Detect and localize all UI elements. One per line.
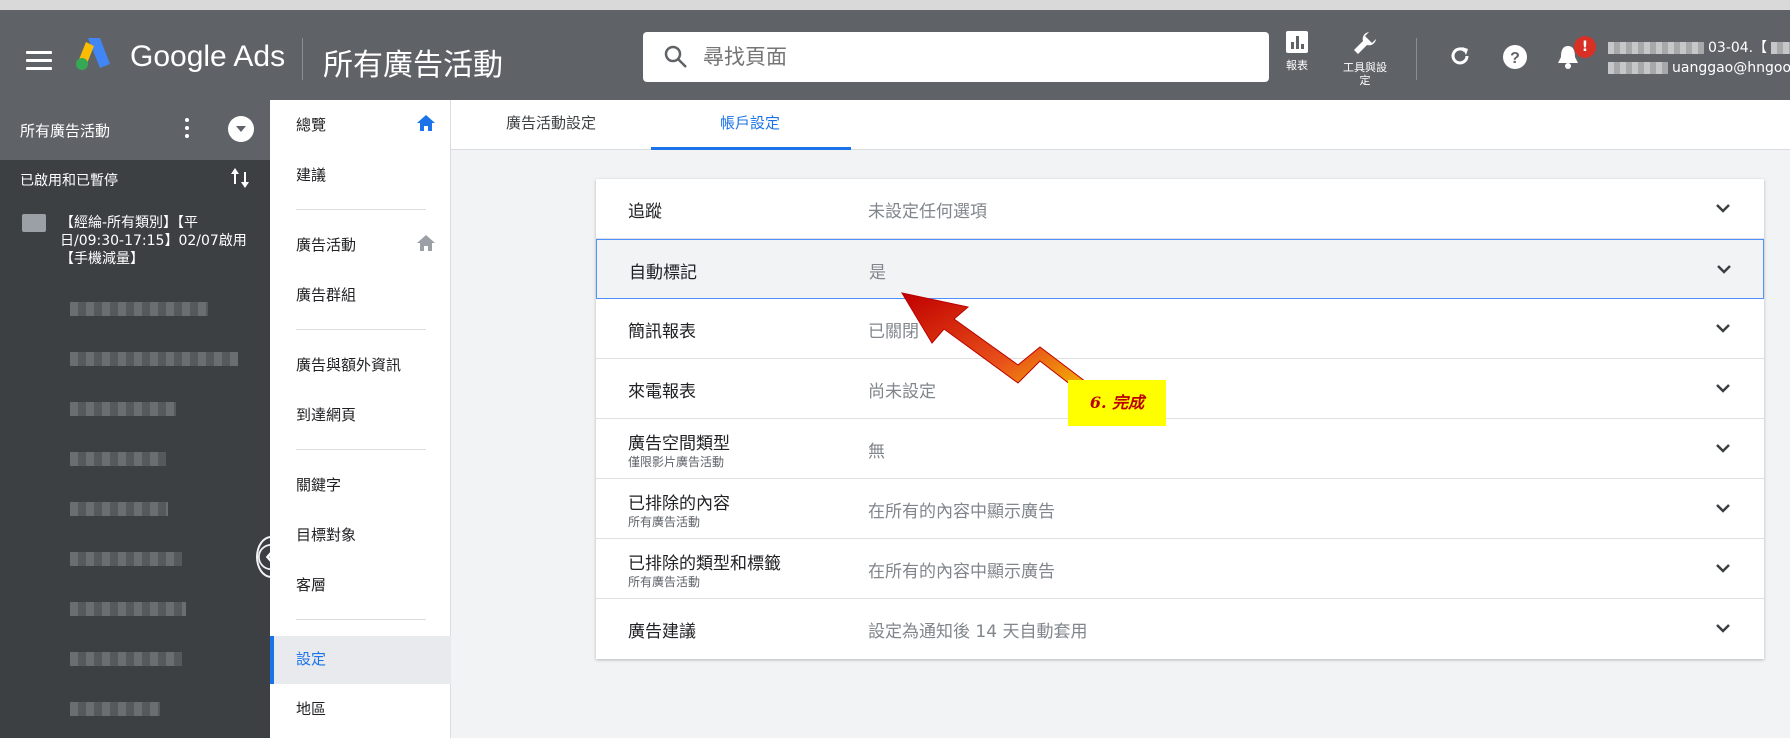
nav-ads-extensions[interactable]: 廣告與額外資訊 xyxy=(296,354,401,375)
campaign-tree-panel: 所有廣告活動 已啟用和已暫停 【經綸-所有類別】【平日/09:30-17:15】… xyxy=(0,100,270,738)
account-info[interactable]: 03-04.【 uanggao@hngoog xyxy=(1608,38,1790,78)
redacted-item xyxy=(70,402,176,416)
nav-locations[interactable]: 地區 xyxy=(296,698,326,719)
setting-row-sms-reporting[interactable]: 簡訊報表 已關閉 xyxy=(596,299,1764,359)
annotation-label: 6. 完成 xyxy=(1068,380,1166,426)
redacted-item xyxy=(70,702,160,716)
top-bar: Google Ads 所有廣告活動 報表 工具與設定 ? xyxy=(0,0,1790,100)
setting-name: 廣告空間類型 xyxy=(628,434,730,454)
wrench-icon xyxy=(1354,32,1376,54)
svg-text:?: ? xyxy=(1510,50,1520,67)
setting-scope: 僅限影片廣告活動 xyxy=(628,455,725,469)
nav-campaigns[interactable]: 廣告活動 xyxy=(296,234,356,255)
bar-chart-icon xyxy=(1286,31,1308,53)
setting-value: 在所有的內容中顯示廣告 xyxy=(868,502,1055,522)
setting-row-auto-tagging[interactable]: 自動標記 是 xyxy=(596,239,1764,299)
setting-row-auto-apply-recommendations[interactable]: 廣告建議 設定為通知後 14 天自動套用 xyxy=(596,599,1764,659)
tools-label: 工具與設定 xyxy=(1343,61,1387,87)
chevron-down-icon[interactable] xyxy=(1714,559,1732,577)
redacted-item xyxy=(70,552,182,566)
chevron-down-icon[interactable] xyxy=(1714,619,1732,637)
campaign-tree-title: 所有廣告活動 xyxy=(20,122,111,140)
setting-value: 是 xyxy=(869,263,886,283)
setting-row-inventory-type[interactable]: 廣告空間類型 僅限影片廣告活動 無 xyxy=(596,419,1764,479)
tools-settings-button[interactable]: 工具與設定 xyxy=(1340,30,1390,87)
nav-ad-groups[interactable]: 廣告群組 xyxy=(296,284,356,305)
nav-audiences[interactable]: 目標對象 xyxy=(296,524,356,545)
tab-campaign-settings[interactable]: 廣告活動設定 xyxy=(506,112,596,133)
google-ads-logo-icon xyxy=(76,38,110,70)
divider xyxy=(296,619,426,620)
home-icon[interactable] xyxy=(416,114,436,132)
chevron-down-icon[interactable] xyxy=(1714,439,1732,457)
redacted-item xyxy=(70,652,182,666)
redacted-item xyxy=(70,352,238,366)
setting-row-excluded-content[interactable]: 已排除的內容 所有廣告活動 在所有的內容中顯示廣告 xyxy=(596,479,1764,539)
home-icon[interactable] xyxy=(416,234,436,252)
setting-name: 簡訊報表 xyxy=(628,322,696,342)
setting-name: 自動標記 xyxy=(629,263,697,283)
hamburger-menu-icon[interactable] xyxy=(26,40,52,80)
reports-label: 報表 xyxy=(1286,59,1308,72)
search-input[interactable] xyxy=(703,42,1243,72)
sort-icon[interactable] xyxy=(230,166,250,190)
redacted-item xyxy=(70,602,186,616)
page-title: 所有廣告活動 xyxy=(323,48,503,83)
nav-recommendations[interactable]: 建議 xyxy=(296,164,326,185)
chevron-down-icon[interactable] xyxy=(1714,499,1732,517)
search-box[interactable] xyxy=(643,32,1269,82)
search-icon xyxy=(664,45,687,68)
setting-value: 無 xyxy=(868,442,885,462)
account-id: 03-04.【 xyxy=(1708,40,1768,56)
redacted-item xyxy=(70,502,168,516)
reports-button[interactable]: 報表 xyxy=(1282,30,1312,72)
setting-value: 設定為通知後 14 天自動套用 xyxy=(868,622,1088,642)
divider xyxy=(296,329,426,330)
setting-row-call-reporting[interactable]: 來電報表 尚未設定 xyxy=(596,359,1764,419)
redacted-item xyxy=(70,302,208,316)
active-tab-indicator xyxy=(651,147,851,150)
chevron-down-icon[interactable] xyxy=(228,116,254,142)
settings-tabs: 廣告活動設定 帳戶設定 xyxy=(451,100,1790,150)
refresh-icon[interactable] xyxy=(1448,44,1472,68)
nav-landing-pages[interactable]: 到達網頁 xyxy=(296,404,356,425)
account-settings-card: 追蹤 未設定任何選項 自動標記 是 簡訊報表 已關閉 來電報表 尚未設定 廣告空… xyxy=(596,179,1764,659)
nav-settings[interactable]: 設定 xyxy=(296,648,326,669)
status-filter[interactable]: 已啟用和已暫停 xyxy=(20,170,118,190)
search-campaign-icon xyxy=(22,214,46,232)
setting-name: 追蹤 xyxy=(628,202,662,222)
chevron-down-icon[interactable] xyxy=(1714,319,1732,337)
setting-name: 廣告建議 xyxy=(628,622,696,642)
chevron-down-icon[interactable] xyxy=(1714,379,1732,397)
redacted-item xyxy=(70,452,166,466)
setting-row-excluded-types-labels[interactable]: 已排除的類型和標籤 所有廣告活動 在所有的內容中顯示廣告 xyxy=(596,539,1764,599)
divider xyxy=(302,38,303,80)
divider xyxy=(296,449,426,450)
help-icon[interactable]: ? xyxy=(1502,44,1528,70)
brand-name: Google Ads xyxy=(130,40,286,73)
account-email: uanggao@hngoog xyxy=(1672,60,1790,76)
campaign-tree-header: 所有廣告活動 xyxy=(0,100,270,160)
nav-keywords[interactable]: 關鍵字 xyxy=(296,474,341,495)
campaign-item[interactable]: 【經綸-所有類別】【平日/09:30-17:15】02/07啟用【手機減量】 xyxy=(60,214,260,268)
notification-badge: ! xyxy=(1574,36,1596,58)
setting-scope: 所有廣告活動 xyxy=(628,575,701,589)
page-menu: 總覽 建議 廣告活動 廣告群組 廣告與額外資訊 到達網頁 關鍵字 目標對象 客層… xyxy=(270,100,451,738)
chevron-down-icon[interactable] xyxy=(1715,260,1733,278)
nav-demographics[interactable]: 客層 xyxy=(296,574,326,595)
setting-value: 在所有的內容中顯示廣告 xyxy=(868,562,1055,582)
divider xyxy=(1416,38,1417,80)
chevron-down-icon[interactable] xyxy=(1714,199,1732,217)
setting-name: 來電報表 xyxy=(628,382,696,402)
more-options-icon[interactable] xyxy=(185,118,189,142)
setting-scope: 所有廣告活動 xyxy=(628,515,701,529)
setting-row-tracking[interactable]: 追蹤 未設定任何選項 xyxy=(596,179,1764,239)
nav-overview[interactable]: 總覽 xyxy=(296,114,326,135)
setting-value: 未設定任何選項 xyxy=(868,202,987,222)
divider xyxy=(296,209,426,210)
setting-name: 已排除的內容 xyxy=(628,494,730,514)
tab-account-settings[interactable]: 帳戶設定 xyxy=(720,112,780,133)
setting-name: 已排除的類型和標籤 xyxy=(628,554,781,574)
annotation-arrow-icon xyxy=(900,292,1090,396)
